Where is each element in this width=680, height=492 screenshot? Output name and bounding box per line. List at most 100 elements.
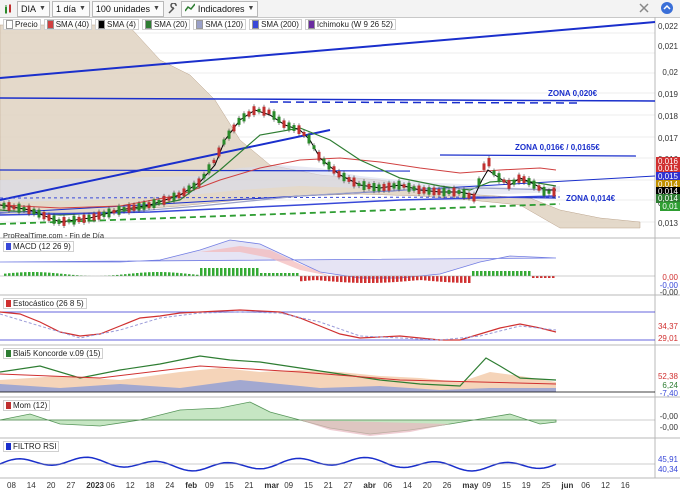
macd-bar bbox=[288, 273, 291, 276]
date-tick: 15 bbox=[304, 481, 313, 490]
candle bbox=[282, 120, 286, 128]
candle bbox=[122, 207, 126, 212]
date-tick: 14 bbox=[26, 481, 36, 490]
date-tick: may bbox=[462, 481, 479, 490]
macd-title: MACD (12 26 9) bbox=[13, 242, 71, 251]
legend-item[interactable]: SMA (120) bbox=[193, 19, 247, 30]
candle bbox=[322, 158, 326, 165]
date-tick: 18 bbox=[145, 481, 155, 490]
macd-bar bbox=[256, 268, 259, 276]
macd-bar bbox=[356, 276, 359, 283]
macd-bar bbox=[296, 273, 299, 276]
macd-bar bbox=[40, 272, 43, 276]
candle bbox=[112, 209, 116, 214]
date-tick: 08 bbox=[7, 481, 16, 490]
stoch-title: Estocástico (26 8 5) bbox=[13, 299, 84, 308]
macd-bar bbox=[48, 272, 51, 276]
price-axis-label: 0,022 bbox=[657, 22, 678, 31]
macd-bar bbox=[8, 273, 11, 276]
price-legend: Precio SMA (40) SMA (4) SMA (20) SMA (120) SM… bbox=[3, 19, 396, 30]
koncorde-value-1: 52,38 bbox=[657, 372, 678, 381]
macd-bar bbox=[388, 276, 391, 283]
candle bbox=[347, 177, 351, 182]
macd-bar bbox=[16, 272, 19, 276]
candle bbox=[317, 151, 321, 161]
macd-bar bbox=[528, 271, 531, 276]
macd-bar bbox=[180, 273, 183, 276]
candle bbox=[232, 124, 236, 132]
date-tick: 06 bbox=[581, 481, 591, 490]
legend-item[interactable]: SMA (20) bbox=[141, 19, 191, 30]
macd-bar bbox=[500, 271, 503, 276]
candle bbox=[92, 213, 96, 221]
macd-bar bbox=[428, 276, 431, 281]
candle bbox=[242, 113, 246, 122]
rsi-value-2: 40,34 bbox=[657, 465, 678, 474]
candle bbox=[67, 219, 71, 223]
legend-item[interactable]: Ichimoku (W 9 26 52) bbox=[304, 19, 396, 30]
legend-swatch bbox=[252, 20, 260, 29]
macd-header: MACD (12 26 9) bbox=[3, 241, 74, 252]
legend-item[interactable]: SMA (40) bbox=[43, 19, 93, 30]
price-axis-label: 0,02 bbox=[662, 68, 678, 77]
candle bbox=[497, 173, 501, 183]
date-tick: 09 bbox=[205, 481, 214, 490]
price-axis-label: 0,021 bbox=[657, 42, 678, 51]
candle bbox=[22, 207, 26, 211]
candle bbox=[367, 183, 371, 189]
candle bbox=[332, 166, 336, 174]
macd-bar bbox=[152, 272, 155, 276]
candle bbox=[507, 179, 511, 189]
macd-bar bbox=[240, 268, 243, 276]
macd-bar bbox=[248, 268, 251, 276]
macd-bar bbox=[492, 271, 495, 276]
candle bbox=[442, 187, 446, 197]
price-axis-label: 0,019 bbox=[657, 90, 678, 99]
mom-header: Mom (12) bbox=[3, 400, 51, 411]
legend-label: Precio bbox=[15, 20, 38, 29]
macd-bar bbox=[148, 272, 151, 276]
candle bbox=[337, 170, 341, 178]
candle bbox=[472, 193, 476, 202]
macd-bar bbox=[276, 273, 279, 276]
macd-bar bbox=[360, 276, 363, 283]
date-tick: mar bbox=[264, 481, 280, 490]
macd-bar bbox=[516, 271, 519, 276]
macd-bar bbox=[440, 276, 443, 282]
candle bbox=[62, 216, 66, 226]
candle bbox=[547, 190, 551, 194]
date-tick: 15 bbox=[502, 481, 511, 490]
macd-bar bbox=[424, 276, 427, 281]
candle bbox=[387, 182, 391, 191]
macd-bar bbox=[12, 272, 15, 276]
candle bbox=[72, 215, 76, 225]
candle bbox=[467, 192, 471, 199]
candle bbox=[157, 199, 161, 205]
legend-swatch bbox=[196, 20, 204, 29]
macd-bar bbox=[272, 273, 275, 276]
stoch-value-1: 34,37 bbox=[657, 322, 678, 331]
candle bbox=[2, 202, 6, 209]
candle bbox=[552, 187, 556, 197]
legend-item[interactable]: SMA (200) bbox=[249, 19, 302, 30]
price-axis-label: 0,017 bbox=[657, 134, 678, 143]
candle bbox=[77, 216, 81, 223]
candle bbox=[32, 208, 36, 215]
legend-item[interactable]: SMA (4) bbox=[95, 19, 139, 30]
macd-bar bbox=[332, 276, 335, 282]
macd-bar bbox=[64, 274, 67, 276]
candle bbox=[292, 125, 296, 131]
macd-bar bbox=[228, 268, 231, 276]
macd-bar bbox=[160, 272, 163, 276]
candle bbox=[452, 187, 456, 197]
candle bbox=[352, 177, 356, 187]
candle bbox=[12, 205, 16, 210]
mom-swatch bbox=[6, 402, 11, 409]
legend-swatch bbox=[46, 20, 54, 29]
candle bbox=[262, 106, 266, 116]
macd-bar bbox=[280, 273, 283, 276]
legend-item[interactable]: Precio bbox=[3, 19, 41, 30]
candle bbox=[57, 219, 61, 224]
date-tick: 25 bbox=[541, 481, 551, 490]
macd-bar bbox=[260, 273, 263, 276]
